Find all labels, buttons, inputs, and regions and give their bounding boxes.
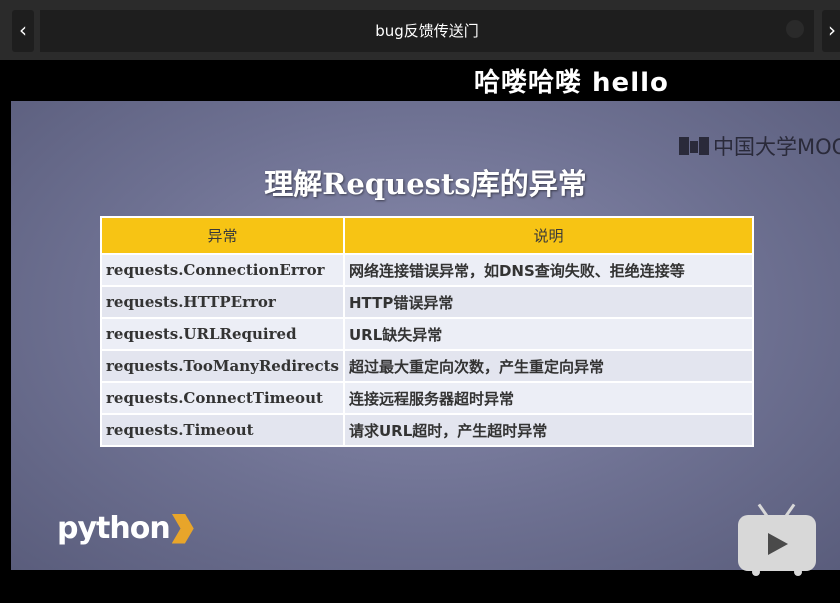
table-header-row: 异常 说明 (100, 216, 755, 255)
python-logo-text: python (57, 511, 171, 546)
mooc-logo: 中国大学MOOC (679, 131, 840, 161)
video-player[interactable]: 中国大学MOOC 理解Requests库的异常 异常 说明 requests.C… (11, 101, 840, 570)
exception-desc: URL缺失异常 (342, 317, 755, 351)
header-description: 说明 (342, 216, 755, 255)
exception-name: requests.HTTPError (100, 285, 345, 319)
slide-title: 理解Requests库的异常 (264, 167, 587, 201)
exception-name: requests.TooManyRedirects (100, 349, 345, 383)
table-row: requests.ConnectTimeout 连接远程服务器超时异常 (100, 381, 755, 415)
exception-desc: 请求URL超时，产生超时异常 (342, 413, 755, 447)
table-row: requests.TooManyRedirects 超过最大重定向次数，产生重定… (100, 349, 755, 383)
tv-foot-icon (794, 568, 802, 576)
exception-name: requests.ConnectTimeout (100, 381, 345, 415)
exception-desc: HTTP错误异常 (342, 285, 755, 319)
tv-play-button[interactable] (738, 503, 816, 576)
exception-name: requests.Timeout (100, 413, 345, 447)
exceptions-table: 异常 说明 requests.ConnectionError 网络连接错误异常，… (100, 216, 755, 447)
header-exception: 异常 (100, 216, 345, 255)
tv-foot-icon (752, 568, 760, 576)
exception-desc: 网络连接错误异常，如DNS查询失败、拒绝连接等 (342, 253, 755, 287)
settings-icon[interactable] (786, 20, 804, 38)
play-icon (768, 533, 788, 555)
table-row: requests.HTTPError HTTP错误异常 (100, 285, 755, 319)
exception-desc: 连接远程服务器超时异常 (342, 381, 755, 415)
python-chevron-icon (171, 513, 194, 544)
back-icon[interactable]: ‹ (12, 10, 34, 52)
table-row: requests.Timeout 请求URL超时，产生超时异常 (100, 413, 755, 447)
page-title: bug反馈传送门 (40, 10, 814, 52)
mooc-logo-icon (679, 135, 709, 157)
danmaku-comment: 哈喽哈喽 hello (474, 68, 669, 98)
table-row: requests.URLRequired URL缺失异常 (100, 317, 755, 351)
exception-name: requests.ConnectionError (100, 253, 345, 287)
forward-icon[interactable]: › (822, 10, 840, 52)
exception-name: requests.URLRequired (100, 317, 345, 351)
table-row: requests.ConnectionError 网络连接错误异常，如DNS查询… (100, 253, 755, 287)
top-bar: ‹ bug反馈传送门 › (0, 0, 840, 60)
mooc-brand-text: 中国大学MOOC (713, 135, 840, 159)
python-logo: python (57, 511, 194, 546)
exception-desc: 超过最大重定向次数，产生重定向异常 (342, 349, 755, 383)
